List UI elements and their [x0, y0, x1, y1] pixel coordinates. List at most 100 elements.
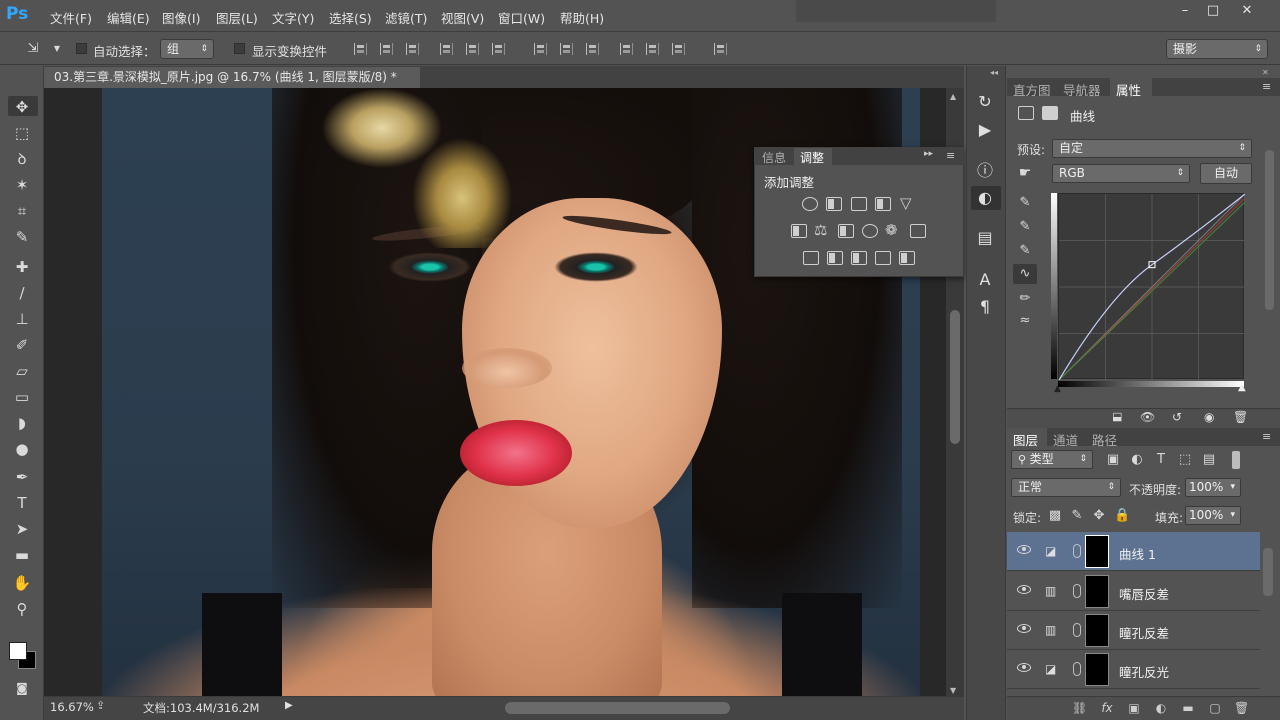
- exposure-icon[interactable]: [875, 197, 891, 211]
- preset-dropdown[interactable]: 自定 ⇕: [1052, 139, 1252, 158]
- healing-brush-icon[interactable]: ✚: [10, 257, 34, 277]
- filter-smart-object-icon[interactable]: ▤: [1202, 453, 1216, 467]
- curve-point-icon[interactable]: ∿: [1018, 267, 1032, 281]
- document-tab[interactable]: 03.第三章.景深模拟_原片.jpg @ 16.7% (曲线 1, 图层蒙版/8…: [44, 67, 420, 88]
- visibility-icon[interactable]: ◉: [1204, 410, 1214, 424]
- view-previous-icon[interactable]: 👁: [1140, 410, 1155, 424]
- link-icon[interactable]: [1073, 623, 1081, 637]
- gradient-map-icon[interactable]: [875, 251, 891, 265]
- workspace-dropdown[interactable]: 摄影 ⇕: [1166, 39, 1268, 59]
- shape-tool-icon[interactable]: ▬: [10, 545, 34, 565]
- fx-icon[interactable]: fx: [1100, 702, 1114, 714]
- hue-saturation-icon[interactable]: [791, 224, 807, 238]
- status-menu-icon[interactable]: ▶: [285, 700, 293, 711]
- filter-type-icon[interactable]: T: [1154, 453, 1168, 467]
- color-balance-icon[interactable]: ⚖: [814, 221, 827, 239]
- auto-select-checkbox[interactable]: [76, 43, 87, 54]
- blur-tool-icon[interactable]: ◗: [10, 413, 34, 433]
- threshold-icon[interactable]: [851, 251, 867, 265]
- align-left-icon[interactable]: [440, 43, 453, 55]
- export-icon[interactable]: ⇪: [96, 699, 105, 712]
- vibrance-icon[interactable]: ▽: [900, 194, 912, 212]
- menu-file[interactable]: 文件(F): [50, 8, 92, 27]
- crop-tool-icon[interactable]: ⌗: [10, 201, 34, 221]
- layer-filter-dropdown[interactable]: ⚲ 类型 ⇕: [1011, 450, 1093, 469]
- layer-name[interactable]: 曲线 1: [1119, 544, 1156, 563]
- horizontal-scroll-thumb[interactable]: [505, 702, 730, 714]
- path-select-icon[interactable]: ➤: [10, 519, 34, 539]
- scroll-up-icon[interactable]: ▲: [950, 92, 956, 101]
- brightness-icon[interactable]: [802, 197, 818, 211]
- expand-panels-icon[interactable]: ◂◂: [990, 68, 998, 77]
- move-tool-icon[interactable]: ✥: [10, 97, 34, 117]
- align-vcenter-icon[interactable]: [380, 43, 393, 55]
- gray-point-eyedropper-icon[interactable]: ✎: [1018, 220, 1032, 234]
- align-top-icon[interactable]: [354, 43, 367, 55]
- distribute-vcenter-icon[interactable]: [560, 43, 573, 55]
- scroll-down-icon[interactable]: ▼: [950, 686, 956, 695]
- hand-tool-icon[interactable]: ✋: [10, 573, 34, 593]
- layer-mask-thumbnail[interactable]: [1085, 653, 1109, 686]
- reset-icon[interactable]: ↺: [1172, 410, 1182, 424]
- filter-toggle-icon[interactable]: [1232, 451, 1240, 469]
- layer-mask-thumbnail[interactable]: [1085, 535, 1109, 568]
- tab-paths[interactable]: 路径: [1092, 430, 1117, 449]
- zoom-tool-icon[interactable]: ⚲: [10, 599, 34, 619]
- properties-scroll-thumb[interactable]: [1265, 150, 1274, 310]
- layer-row[interactable]: ◪ 曲线 1: [1007, 532, 1260, 571]
- link-icon[interactable]: [1073, 662, 1081, 676]
- eye-icon[interactable]: [1017, 585, 1031, 594]
- auto-button[interactable]: 自动: [1200, 163, 1252, 184]
- delete-layer-icon[interactable]: 🗑: [1234, 702, 1249, 714]
- menu-filter[interactable]: 滤镜(T): [385, 8, 427, 27]
- menu-image[interactable]: 图像(I): [162, 8, 200, 27]
- menu-edit[interactable]: 编辑(E): [107, 8, 150, 27]
- layer-mask-thumbnail[interactable]: [1085, 575, 1109, 608]
- delete-icon[interactable]: 🗑: [1233, 410, 1248, 424]
- layer-name[interactable]: 瞳孔反光: [1119, 662, 1169, 681]
- info-icon[interactable]: ⓘ: [975, 161, 995, 181]
- distribute-bottom-icon[interactable]: [586, 43, 599, 55]
- layer-name[interactable]: 瞳孔反差: [1119, 623, 1169, 642]
- selective-color-icon[interactable]: [899, 251, 915, 265]
- pencil-draw-icon[interactable]: ✏: [1018, 292, 1032, 306]
- magic-wand-icon[interactable]: ✶: [10, 175, 34, 195]
- paragraph-icon[interactable]: ¶: [975, 297, 995, 317]
- distribute-right-icon[interactable]: [672, 43, 685, 55]
- gradient-tool-icon[interactable]: ▭: [10, 387, 34, 407]
- distribute-top-icon[interactable]: [534, 43, 547, 55]
- link-icon[interactable]: [1073, 544, 1081, 558]
- distribute-left-icon[interactable]: [620, 43, 633, 55]
- target-adjust-hand-icon[interactable]: ☛: [1018, 166, 1032, 180]
- vertical-scroll-thumb[interactable]: [950, 310, 960, 444]
- adjustments-icon[interactable]: ◐: [975, 188, 995, 208]
- menu-layer[interactable]: 图层(L): [216, 8, 258, 27]
- tab-info[interactable]: 信息: [762, 149, 786, 166]
- black-slider-icon[interactable]: ▲: [1054, 384, 1061, 394]
- eyedropper-tool-icon[interactable]: ✎: [10, 227, 34, 247]
- clip-to-layer-icon[interactable]: ⬓: [1112, 410, 1122, 423]
- layers-scroll-thumb[interactable]: [1263, 548, 1273, 596]
- type-tool-icon[interactable]: T: [10, 493, 34, 513]
- filter-pixel-icon[interactable]: ▣: [1106, 453, 1120, 467]
- marquee-tool-icon[interactable]: ⬚: [10, 123, 34, 143]
- zoom-level[interactable]: 16.67%: [50, 700, 94, 714]
- layer-row[interactable]: ▥ 瞳孔反差: [1007, 611, 1260, 650]
- new-adjustment-icon[interactable]: ◐: [1154, 702, 1168, 714]
- tab-navigator[interactable]: 导航器: [1063, 80, 1101, 99]
- eraser-tool-icon[interactable]: ▱: [10, 361, 34, 381]
- lasso-tool-icon[interactable]: ꝺ: [10, 149, 34, 169]
- link-layers-icon[interactable]: ⛓: [1072, 702, 1087, 714]
- collapse-icon[interactable]: ▸▸: [924, 149, 933, 159]
- mask-icon[interactable]: [1042, 106, 1058, 120]
- close-panel-icon[interactable]: ✕: [1262, 68, 1269, 77]
- new-layer-icon[interactable]: ▢: [1208, 702, 1222, 714]
- menu-select[interactable]: 选择(S): [329, 8, 372, 27]
- fill-field[interactable]: 100% ▾: [1185, 506, 1241, 525]
- layer-comps-icon[interactable]: ▤: [975, 228, 995, 248]
- tab-layers[interactable]: 图层: [1013, 430, 1038, 449]
- lock-all-icon[interactable]: 🔒: [1114, 509, 1130, 523]
- smooth-curve-icon[interactable]: ≈: [1018, 314, 1032, 328]
- brush-tool-icon[interactable]: ∕: [10, 283, 34, 303]
- tab-histogram[interactable]: 直方图: [1013, 80, 1051, 99]
